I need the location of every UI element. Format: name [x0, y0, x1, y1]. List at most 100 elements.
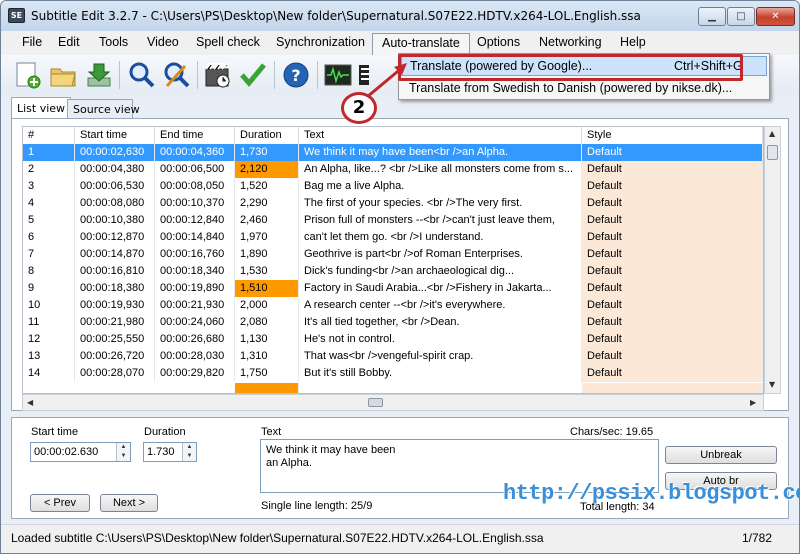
table-row[interactable]: 1 00:00:02,630 00:00:04,360 1,730 We think i…: [23, 144, 763, 161]
start-time-label: Start time: [31, 426, 79, 438]
start-time-cell: 00:00:04,380: [75, 161, 155, 178]
prev-button[interactable]: < Prev: [30, 494, 90, 512]
start-time-cell: 00:00:02,630: [75, 144, 155, 161]
step-callout: 2: [341, 92, 377, 124]
col-style[interactable]: Style: [582, 127, 763, 144]
spell-check-icon[interactable]: [238, 60, 268, 90]
start-time-cell: 00:00:06,530: [75, 178, 155, 195]
vertical-scrollbar[interactable]: ▲ ▼: [764, 126, 781, 394]
maximize-button[interactable]: □: [727, 7, 755, 26]
menu-synchronization[interactable]: Synchronization: [276, 35, 365, 49]
text-line-1: We think it may have been: [266, 444, 396, 456]
find-icon[interactable]: [126, 60, 156, 90]
menu-spell-check[interactable]: Spell check: [196, 35, 260, 49]
start-time-cell: 00:00:18,380: [75, 280, 155, 297]
menu-auto-translate[interactable]: Auto-translate: [372, 33, 470, 55]
tab-list-view[interactable]: List view: [11, 97, 72, 119]
text-cell: We think it may have been<br />an Alpha.: [299, 144, 582, 161]
row-number: 14: [23, 365, 75, 382]
table-row[interactable]: 12 00:00:25,550 00:00:26,680 1,130 He's not …: [23, 331, 763, 348]
menu-help[interactable]: Help: [620, 35, 646, 49]
start-time-cell: 00:00:21,980: [75, 314, 155, 331]
row-number: 13: [23, 348, 75, 365]
title-bar[interactable]: SE Subtitle Edit 3.2.7 - C:\Users\PS\Des…: [1, 1, 799, 31]
scroll-up-icon[interactable]: ▲: [769, 129, 775, 138]
menu-file[interactable]: File: [22, 35, 42, 49]
subtitle-grid[interactable]: # Start time End time Duration Text Styl…: [22, 126, 764, 394]
new-file-icon[interactable]: [12, 60, 42, 90]
col-duration[interactable]: Duration: [235, 127, 299, 144]
col-end-time[interactable]: End time: [155, 127, 235, 144]
horizontal-scrollbar[interactable]: ◀ ▶: [22, 394, 764, 411]
tab-source-view[interactable]: Source view: [67, 99, 140, 119]
menu-tools[interactable]: Tools: [99, 35, 128, 49]
replace-icon[interactable]: [161, 60, 191, 90]
waveform-icon[interactable]: [323, 60, 353, 90]
horizontal-scroll-thumb[interactable]: [368, 398, 383, 407]
status-bar: Loaded subtitle C:\Users\PS\Desktop\New …: [1, 524, 799, 553]
row-number: 1: [23, 144, 75, 161]
start-time-cell: 00:00:12,870: [75, 229, 155, 246]
menu-item-translate-google[interactable]: Translate (powered by Google)... Ctrl+Sh…: [398, 54, 767, 81]
end-time-cell: 00:00:14,840: [155, 229, 235, 246]
start-time-cell: 00:00:08,080: [75, 195, 155, 212]
start-time-spinner[interactable]: ▲ ▼: [116, 443, 130, 461]
menu-video[interactable]: Video: [147, 35, 179, 49]
style-cell: Default: [582, 263, 763, 280]
style-cell: Default: [582, 331, 763, 348]
duration-field[interactable]: 1.730 ▲ ▼: [143, 442, 197, 462]
table-row[interactable]: 7 00:00:14,870 00:00:16,760 1,890 Geothrive …: [23, 246, 763, 263]
style-cell: Default: [582, 144, 763, 161]
duration-spinner[interactable]: ▲ ▼: [182, 443, 196, 461]
table-row[interactable]: 14 00:00:28,070 00:00:29,820 1,750 But it's …: [23, 365, 763, 382]
table-row[interactable]: 10 00:00:19,930 00:00:21,930 2,000 A researc…: [23, 297, 763, 314]
scroll-left-icon[interactable]: ◀: [27, 398, 33, 407]
app-icon[interactable]: SE: [8, 8, 25, 23]
table-row-partial: [23, 383, 763, 393]
scroll-right-icon[interactable]: ▶: [750, 398, 756, 407]
menu-item-translate-swedish-danish[interactable]: Translate from Swedish to Danish (powere…: [401, 78, 767, 98]
table-row[interactable]: 11 00:00:21,980 00:00:24,060 2,080 It's all …: [23, 314, 763, 331]
table-row[interactable]: 5 00:00:10,380 00:00:12,840 2,460 Prison ful…: [23, 212, 763, 229]
menu-edit[interactable]: Edit: [58, 35, 80, 49]
table-row[interactable]: 6 00:00:12,870 00:00:14,840 1,970 can't let …: [23, 229, 763, 246]
row-number: 8: [23, 263, 75, 280]
table-row[interactable]: 4 00:00:08,080 00:00:10,370 2,290 The first …: [23, 195, 763, 212]
col-start-time[interactable]: Start time: [75, 127, 155, 144]
grid-header: # Start time End time Duration Text Styl…: [23, 127, 763, 144]
row-number: 10: [23, 297, 75, 314]
start-time-field[interactable]: 00:00:02.630 ▲ ▼: [30, 442, 131, 462]
minimize-button[interactable]: ▁: [698, 7, 726, 26]
duration-cell: 2,290: [235, 195, 299, 212]
end-time-cell: 00:00:06,500: [155, 161, 235, 178]
menu-options[interactable]: Options: [477, 35, 520, 49]
table-row[interactable]: 13 00:00:26,720 00:00:28,030 1,310 That was<…: [23, 348, 763, 365]
vertical-scroll-thumb[interactable]: [767, 145, 778, 160]
text-cell: Geothrive is part<br />of Roman Enterpri…: [299, 246, 582, 263]
duration-cell: 1,750: [235, 365, 299, 382]
menu-networking[interactable]: Networking: [539, 35, 602, 49]
close-button[interactable]: ✕: [756, 7, 795, 26]
end-time-cell: 00:00:21,930: [155, 297, 235, 314]
visual-sync-icon[interactable]: [203, 60, 233, 90]
unbreak-button[interactable]: Unbreak: [665, 446, 777, 464]
style-cell: Default: [582, 161, 763, 178]
scroll-down-icon[interactable]: ▼: [769, 380, 775, 389]
table-row[interactable]: 9 00:00:18,380 00:00:19,890 1,510 Factory in…: [23, 280, 763, 297]
end-time-cell: 00:00:19,890: [155, 280, 235, 297]
style-cell: Default: [582, 280, 763, 297]
col-number[interactable]: #: [23, 127, 75, 144]
text-cell: A research center --<br />it's everywher…: [299, 297, 582, 314]
start-time-cell: 00:00:19,930: [75, 297, 155, 314]
style-cell: Default: [582, 246, 763, 263]
table-row[interactable]: 8 00:00:16,810 00:00:18,340 1,530 Dick's fun…: [23, 263, 763, 280]
save-icon[interactable]: [84, 60, 114, 90]
col-text[interactable]: Text: [299, 127, 582, 144]
next-button[interactable]: Next >: [100, 494, 158, 512]
help-icon[interactable]: ?: [281, 60, 311, 90]
table-row[interactable]: 2 00:00:04,380 00:00:06,500 2,120 An Alpha, …: [23, 161, 763, 178]
end-time-cell: 00:00:26,680: [155, 331, 235, 348]
open-folder-icon[interactable]: [48, 60, 78, 90]
duration-label: Duration: [144, 426, 186, 438]
table-row[interactable]: 3 00:00:06,530 00:00:08,050 1,520 Bag me a l…: [23, 178, 763, 195]
